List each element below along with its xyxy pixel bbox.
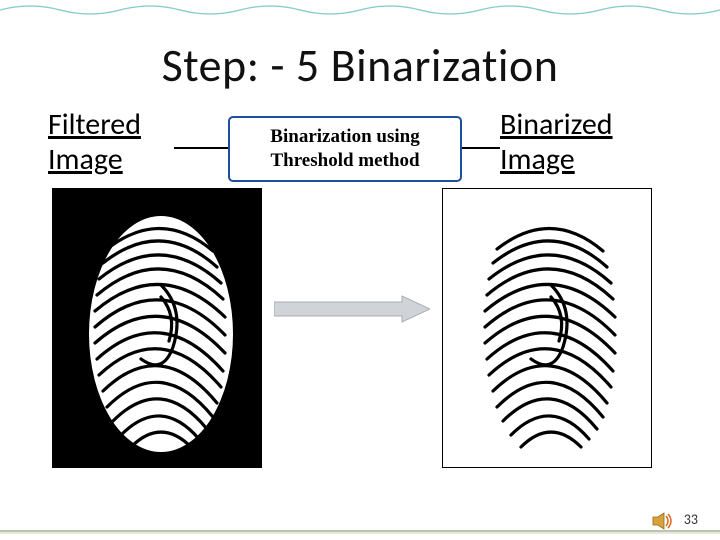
top-decorative-scribble	[0, 0, 720, 20]
filtered-image-panel	[52, 188, 262, 468]
label-filtered-image-text: Filtered Image	[48, 106, 141, 178]
method-box: Binarization using Threshold method	[228, 116, 462, 182]
speaker-icon	[652, 512, 674, 530]
page-number: 33	[684, 511, 698, 528]
label-filtered-image: Filtered Image	[48, 108, 141, 177]
method-box-line2: Threshold method	[270, 149, 419, 173]
connector-line-left	[174, 147, 228, 149]
slide-title: Step: - 5 Binarization	[0, 38, 720, 94]
binarized-image-panel	[442, 188, 652, 468]
label-binarized-image-text: Binarized Image	[500, 106, 613, 178]
label-binarized-image: Binarized Image	[500, 108, 613, 177]
method-box-line1: Binarization using	[270, 125, 419, 149]
connector-line-right	[458, 147, 500, 149]
bottom-rule	[0, 530, 720, 534]
arrow-right-icon	[274, 294, 430, 324]
